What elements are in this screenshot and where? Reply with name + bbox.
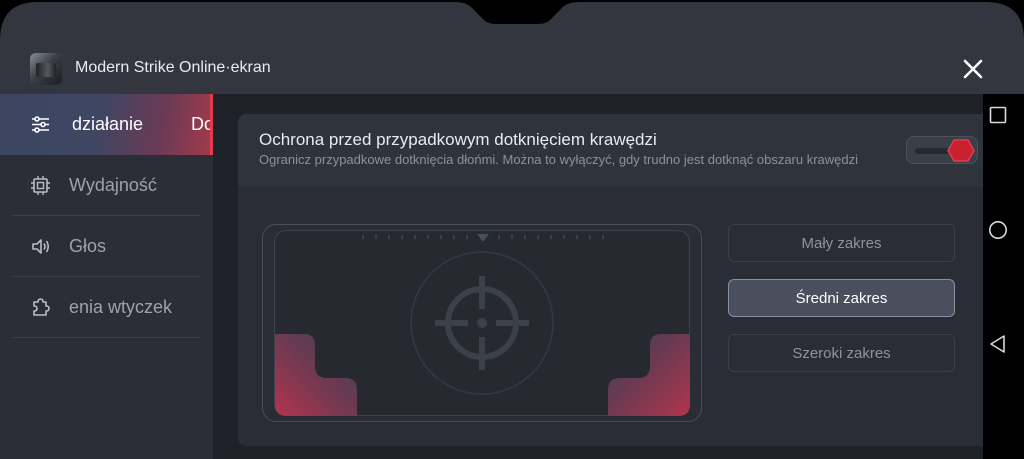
ruler-marks <box>362 234 604 242</box>
sidebar: działanie Do Wydajność Głos enia wtyczek <box>0 94 213 459</box>
wide-range-button[interactable]: Szeroki zakres <box>728 334 955 372</box>
settings-card-header <box>238 114 999 186</box>
divider <box>13 337 200 338</box>
small-range-button[interactable]: Mały zakres <box>728 224 955 262</box>
speaker-icon <box>32 239 50 254</box>
home-icon[interactable] <box>988 220 1008 240</box>
puzzle-icon <box>33 298 50 316</box>
sidebar-item-glos[interactable]: Głos <box>0 216 213 277</box>
toggle-knob-icon <box>947 139 975 162</box>
setting-title: Ochrona przed przypadkowym dotknięciem k… <box>259 130 657 149</box>
medium-range-button[interactable]: Średni zakres <box>728 279 955 317</box>
system-nav-bar <box>983 94 1024 459</box>
sidebar-item-wydajnosc[interactable]: Wydajność <box>0 155 213 216</box>
back-icon[interactable] <box>989 334 1007 354</box>
recent-apps-icon[interactable] <box>989 106 1007 124</box>
sidebar-item-dzialanie[interactable]: działanie Do <box>0 94 213 155</box>
sidebar-item-label: enia wtyczek <box>69 297 173 317</box>
edge-protection-toggle[interactable] <box>906 136 978 164</box>
setting-description: Ogranicz przypadkowe dotknięcia dłońmi. … <box>259 152 859 167</box>
sliders-icon <box>32 116 49 133</box>
app-logo <box>30 53 62 85</box>
sidebar-item-label: działanie <box>72 114 144 134</box>
sidebar-item-wtyczki[interactable]: enia wtyczek <box>0 277 213 338</box>
chip-icon <box>31 176 50 195</box>
sidebar-item-label: Wydajność <box>69 175 157 195</box>
close-panel-icon[interactable] <box>960 56 986 82</box>
right-edge-block-zone <box>608 334 690 416</box>
left-edge-block-zone <box>275 334 357 416</box>
app-title: Modern Strike Online·ekran <box>75 59 271 76</box>
sidebar-item-label: Głos <box>69 236 107 256</box>
